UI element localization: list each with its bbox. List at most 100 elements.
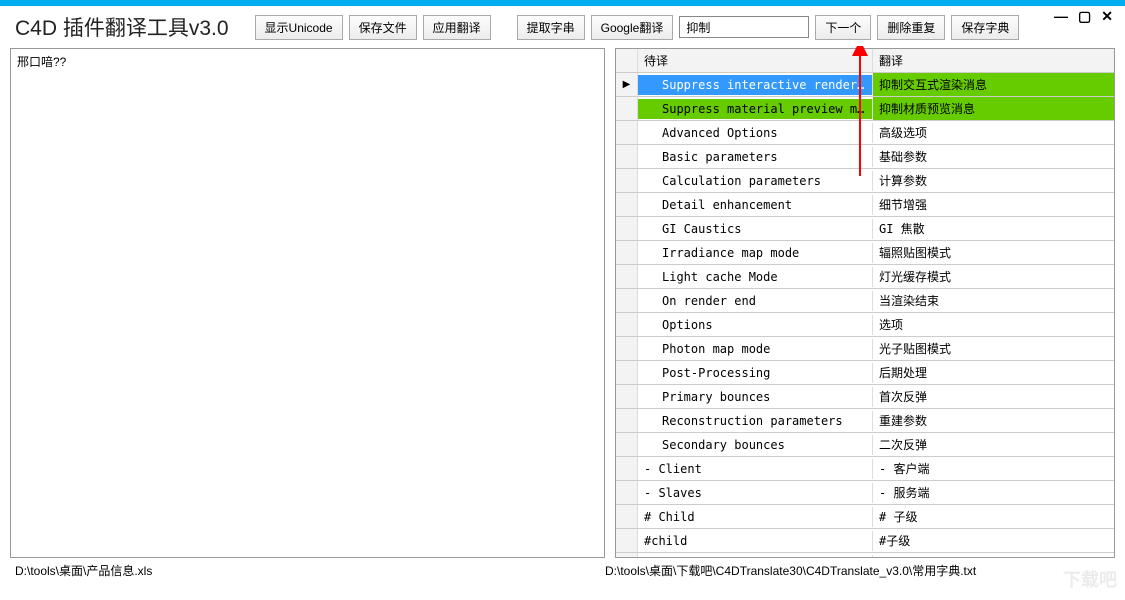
- row-selector[interactable]: ▶: [616, 73, 638, 96]
- cell-source[interactable]: Detail enhancement: [638, 195, 873, 215]
- table-row[interactable]: On render end当渲染结束: [616, 289, 1114, 313]
- table-row[interactable]: GI CausticsGI 焦散: [616, 217, 1114, 241]
- cell-translation[interactable]: # 子级: [873, 505, 1114, 528]
- cell-translation[interactable]: 当渲染结束: [873, 289, 1114, 312]
- table-row[interactable]: Options选项: [616, 313, 1114, 337]
- row-selector[interactable]: [616, 265, 638, 288]
- cell-source[interactable]: On render end: [638, 291, 873, 311]
- cell-translation[interactable]: 代理时间: [873, 553, 1114, 557]
- table-row[interactable]: Calculation parameters计算参数: [616, 169, 1114, 193]
- cell-translation[interactable]: 计算参数: [873, 169, 1114, 192]
- table-body[interactable]: ▶Suppress interactive rendering...抑制交互式渲…: [616, 73, 1114, 557]
- table-row[interactable]: Photon map mode光子贴图模式: [616, 337, 1114, 361]
- cell-translation[interactable]: #子级: [873, 529, 1114, 552]
- table-row[interactable]: # Child # 子级: [616, 505, 1114, 529]
- cell-translation[interactable]: 辐照贴图模式: [873, 241, 1114, 264]
- cell-source[interactable]: Light cache Mode: [638, 267, 873, 287]
- remove-duplicate-button[interactable]: 删除重复: [877, 15, 945, 40]
- cell-translation[interactable]: 高级选项: [873, 121, 1114, 144]
- cell-translation[interactable]: 细节增强: [873, 193, 1114, 216]
- header-translation[interactable]: 翻译: [873, 49, 1114, 72]
- save-dictionary-button[interactable]: 保存字典: [951, 15, 1019, 40]
- cell-source[interactable]: Acting Time: [638, 555, 873, 558]
- row-selector[interactable]: [616, 529, 638, 552]
- cell-translation[interactable]: 选项: [873, 313, 1114, 336]
- table-row[interactable]: Secondary bounces二次反弹: [616, 433, 1114, 457]
- table-row[interactable]: - Slaves - 服务端: [616, 481, 1114, 505]
- row-selector[interactable]: [616, 313, 638, 336]
- cell-translation[interactable]: 后期处理: [873, 361, 1114, 384]
- row-selector[interactable]: [616, 505, 638, 528]
- text-editor-pane[interactable]: 邢口喑??: [10, 48, 605, 558]
- cell-source[interactable]: Post-Processing: [638, 363, 873, 383]
- apply-translate-button[interactable]: 应用翻译: [423, 15, 491, 40]
- row-selector[interactable]: [616, 361, 638, 384]
- cell-source[interactable]: Photon map mode: [638, 339, 873, 359]
- cell-source[interactable]: GI Caustics: [638, 219, 873, 239]
- google-translate-button[interactable]: Google翻译: [591, 15, 674, 40]
- cell-translation[interactable]: 二次反弹: [873, 433, 1114, 456]
- cell-source[interactable]: Irradiance map mode: [638, 243, 873, 263]
- row-selector[interactable]: [616, 457, 638, 480]
- cell-source[interactable]: - Client: [638, 459, 873, 479]
- cell-translation[interactable]: 灯光缓存模式: [873, 265, 1114, 288]
- row-selector[interactable]: [616, 337, 638, 360]
- cell-translation[interactable]: - 服务端: [873, 481, 1114, 504]
- row-selector[interactable]: [616, 121, 638, 144]
- maximize-button[interactable]: ▢: [1078, 8, 1091, 25]
- cell-source[interactable]: #child: [638, 531, 873, 551]
- row-selector[interactable]: [616, 553, 638, 557]
- table-row[interactable]: ▶Suppress interactive rendering...抑制交互式渲…: [616, 73, 1114, 97]
- cell-translation[interactable]: GI 焦散: [873, 217, 1114, 240]
- table-row[interactable]: Acting Time代理时间: [616, 553, 1114, 557]
- table-row[interactable]: Basic parameters基础参数: [616, 145, 1114, 169]
- row-selector[interactable]: [616, 145, 638, 168]
- cell-translation[interactable]: 抑制交互式渲染消息: [873, 73, 1114, 96]
- save-file-button[interactable]: 保存文件: [349, 15, 417, 40]
- table-row[interactable]: Reconstruction parameters重建参数: [616, 409, 1114, 433]
- row-selector[interactable]: [616, 481, 638, 504]
- row-selector[interactable]: [616, 217, 638, 240]
- table-row[interactable]: Light cache Mode灯光缓存模式: [616, 265, 1114, 289]
- close-button[interactable]: ✕: [1101, 8, 1113, 25]
- cell-source[interactable]: Options: [638, 315, 873, 335]
- cell-source[interactable]: Suppress material preview mess...: [638, 99, 873, 119]
- row-selector[interactable]: [616, 385, 638, 408]
- row-selector[interactable]: [616, 169, 638, 192]
- table-row[interactable]: Post-Processing后期处理: [616, 361, 1114, 385]
- cell-source[interactable]: # Child: [638, 507, 873, 527]
- cell-source[interactable]: Reconstruction parameters: [638, 411, 873, 431]
- table-row[interactable]: Advanced Options高级选项: [616, 121, 1114, 145]
- cell-translation[interactable]: 首次反弹: [873, 385, 1114, 408]
- row-selector[interactable]: [616, 433, 638, 456]
- search-input[interactable]: [679, 16, 809, 38]
- table-row[interactable]: - Client - 客户端: [616, 457, 1114, 481]
- cell-translation[interactable]: 基础参数: [873, 145, 1114, 168]
- table-row[interactable]: #child #子级: [616, 529, 1114, 553]
- table-row[interactable]: Suppress material preview mess...抑制材质预览消…: [616, 97, 1114, 121]
- row-selector[interactable]: [616, 241, 638, 264]
- cell-source[interactable]: Calculation parameters: [638, 171, 873, 191]
- extract-strings-button[interactable]: 提取字串: [517, 15, 585, 40]
- cell-source[interactable]: - Slaves: [638, 483, 873, 503]
- minimize-button[interactable]: —: [1054, 8, 1068, 25]
- next-button[interactable]: 下一个: [815, 15, 871, 40]
- show-unicode-button[interactable]: 显示Unicode: [255, 15, 343, 40]
- table-row[interactable]: Irradiance map mode辐照贴图模式: [616, 241, 1114, 265]
- cell-translation[interactable]: - 客户端: [873, 457, 1114, 480]
- row-selector[interactable]: [616, 409, 638, 432]
- cell-source[interactable]: Basic parameters: [638, 147, 873, 167]
- header-source[interactable]: 待译: [638, 49, 873, 72]
- cell-source[interactable]: Advanced Options: [638, 123, 873, 143]
- row-selector[interactable]: [616, 289, 638, 312]
- cell-source[interactable]: Primary bounces: [638, 387, 873, 407]
- cell-source[interactable]: Secondary bounces: [638, 435, 873, 455]
- cell-source[interactable]: Suppress interactive rendering...: [638, 75, 873, 95]
- row-selector[interactable]: [616, 193, 638, 216]
- cell-translation[interactable]: 重建参数: [873, 409, 1114, 432]
- cell-translation[interactable]: 光子贴图模式: [873, 337, 1114, 360]
- table-row[interactable]: Detail enhancement细节增强: [616, 193, 1114, 217]
- cell-translation[interactable]: 抑制材质预览消息: [873, 97, 1114, 120]
- table-row[interactable]: Primary bounces首次反弹: [616, 385, 1114, 409]
- row-selector[interactable]: [616, 97, 638, 120]
